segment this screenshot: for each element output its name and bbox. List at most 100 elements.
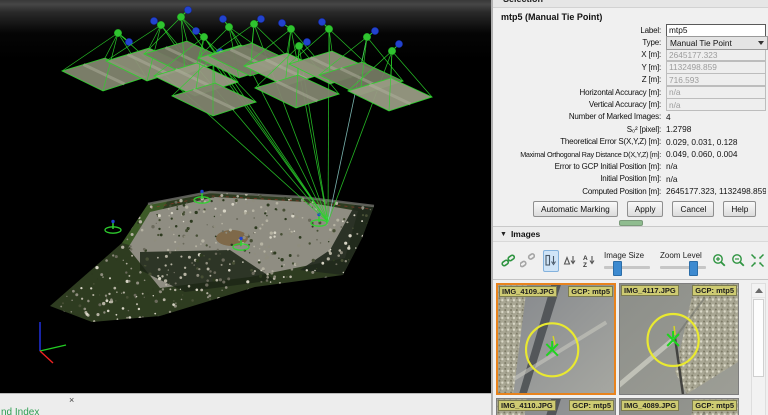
sort-by-distance-button[interactable] xyxy=(561,250,578,272)
zoom-out-button[interactable] xyxy=(730,250,747,272)
field-value: 0.029, 0.031, 0.128 xyxy=(666,137,738,147)
gcp-badge: GCP: mtp5 xyxy=(568,286,613,297)
field-label: Type: xyxy=(493,38,666,47)
zoom-in-button[interactable] xyxy=(711,250,728,272)
link-icon xyxy=(501,253,516,268)
field-value: n/a xyxy=(666,161,678,171)
field-label: S₀² [pixel]: xyxy=(493,125,666,134)
field-label: Y [m]: xyxy=(493,63,666,72)
image-size-slider[interactable] xyxy=(604,266,650,269)
field-row: Type:Manual Tie Point xyxy=(493,36,768,48)
field-row: Vertical Accuracy [m]: xyxy=(493,98,768,110)
thumbnail-scrollbar[interactable] xyxy=(751,283,766,415)
sort-by-mark-button[interactable] xyxy=(543,250,560,272)
bottom-panel: × nd Index xyxy=(0,393,491,415)
selection-panel-title-partial: Selection xyxy=(503,0,768,4)
images-section-header[interactable]: ▼ Images xyxy=(493,226,768,242)
selection-panel-header: Selection xyxy=(493,0,768,8)
field-label: Z [m]: xyxy=(493,75,666,84)
field-row: X [m]: xyxy=(493,49,768,61)
help-button[interactable]: Help xyxy=(723,201,756,217)
image-thumbnail[interactable]: IMG_4117.JPG GCP: mtp5 xyxy=(619,283,739,395)
fit-arrows-icon xyxy=(750,253,765,268)
field-row: Number of Marked Images:4 xyxy=(493,111,768,123)
button-row: Automatic Marking Apply Cancel Help xyxy=(533,201,768,217)
field-row: Theoretical Error S(X,Y,Z) [m]:0.029, 0.… xyxy=(493,136,768,148)
field-label: X [m]: xyxy=(493,50,666,59)
field-label: Error to GCP Initial Position [m]: xyxy=(493,162,666,171)
3d-scene xyxy=(0,0,491,393)
gcp-badge: GCP: mtp5 xyxy=(692,400,737,411)
zoom-out-icon xyxy=(731,253,746,268)
panel-splitter[interactable] xyxy=(493,219,768,226)
zoom-level-slider-handle[interactable] xyxy=(689,261,698,276)
image-thumbnail-area: IMG_4109.JPG GCP: mtp5 IMG_4117.JPG GCP: m… xyxy=(493,283,768,415)
zoom-level-label: Zoom Level xyxy=(660,251,706,260)
field-row: Label: xyxy=(493,24,768,36)
readonly-field xyxy=(666,73,766,86)
field-value: 0.049, 0.060, 0.004 xyxy=(666,149,738,159)
image-size-label: Image Size xyxy=(604,251,650,260)
close-icon[interactable]: × xyxy=(69,395,74,405)
field-label: Horizontal Accuracy [m]: xyxy=(493,88,666,97)
field-row: S₀² [pixel]:1.2798 xyxy=(493,123,768,135)
field-label: Maximal Orthogonal Ray Distance D(X,Y,Z)… xyxy=(493,150,666,159)
gcp-badge: GCP: mtp5 xyxy=(569,400,614,411)
sort-marked-icon xyxy=(544,254,558,268)
field-label: Theoretical Error S(X,Y,Z) [m]: xyxy=(493,137,666,146)
images-toolbar: A Z Image Size Zoom Level xyxy=(493,242,768,280)
field-value: 4 xyxy=(666,112,671,122)
thumbnail-grid: IMG_4109.JPG GCP: mtp5 IMG_4117.JPG GCP: m… xyxy=(493,283,748,415)
image-name-badge: IMG_4109.JPG xyxy=(499,286,557,297)
field-row: Maximal Orthogonal Ray Distance D(X,Y,Z)… xyxy=(493,148,768,160)
automatic-marking-button[interactable]: Automatic Marking xyxy=(533,201,618,217)
3d-viewport[interactable] xyxy=(0,0,491,393)
field-label: Label: xyxy=(493,26,666,35)
field-label: Initial Position [m]: xyxy=(493,174,666,183)
image-name-badge: IMG_4117.JPG xyxy=(621,285,679,296)
cancel-button[interactable]: Cancel xyxy=(672,201,714,217)
field-value: 1.2798 xyxy=(666,124,691,134)
splitter-grip-icon xyxy=(619,220,643,226)
fit-view-button[interactable] xyxy=(749,250,766,272)
sort-alphabetical-button[interactable]: A Z xyxy=(580,250,597,272)
zoom-in-icon xyxy=(712,253,727,268)
sort-az-icon: A Z xyxy=(582,254,596,268)
field-row: Horizontal Accuracy [m]: xyxy=(493,86,768,98)
field-value: 2645177.323, 1132498.859, 716 xyxy=(666,186,766,196)
readonly-field xyxy=(666,98,766,111)
scrollbar-up-button[interactable] xyxy=(752,284,765,298)
readonly-field xyxy=(666,61,766,74)
type-dropdown[interactable]: Manual Tie Point xyxy=(666,36,768,50)
unlink-images-button[interactable] xyxy=(519,250,536,272)
collapse-icon: ▼ xyxy=(500,231,507,238)
gcp-badge: GCP: mtp5 xyxy=(692,285,737,296)
image-thumbnail[interactable]: IMG_4110.JPG GCP: mtp5 xyxy=(496,398,616,415)
sort-triangle-icon xyxy=(563,254,577,268)
field-row: Error to GCP Initial Position [m]:n/a xyxy=(493,160,768,172)
layer-label-partial: nd Index xyxy=(1,407,39,415)
zoom-level-slider[interactable] xyxy=(660,266,706,269)
field-row: Initial Position [m]:n/a xyxy=(493,173,768,185)
image-thumbnail[interactable]: IMG_4109.JPG GCP: mtp5 xyxy=(496,283,616,395)
svg-text:Z: Z xyxy=(583,262,587,268)
image-name-badge: IMG_4110.JPG xyxy=(498,400,556,411)
image-size-slider-handle[interactable] xyxy=(613,261,622,276)
field-label: Vertical Accuracy [m]: xyxy=(493,100,666,109)
zoom-level-control: Zoom Level xyxy=(660,253,706,269)
up-arrow-icon xyxy=(755,284,763,293)
right-panel: Selection mtp5 (Manual Tie Point) Label:… xyxy=(491,0,768,415)
apply-button[interactable]: Apply xyxy=(627,201,664,217)
svg-text:A: A xyxy=(583,255,588,262)
field-row: Y [m]: xyxy=(493,61,768,73)
image-thumbnail[interactable]: IMG_4089.JPGGCP: mtp5 xyxy=(619,398,739,415)
tie-point-form: Label:Type:Manual Tie PointX [m]:Y [m]:Z… xyxy=(493,24,768,197)
readonly-field xyxy=(666,48,766,61)
scrollbar-thumb[interactable] xyxy=(753,299,764,377)
field-value: n/a xyxy=(666,174,678,184)
tie-point-title: mtp5 (Manual Tie Point) xyxy=(493,8,768,24)
field-label: Number of Marked Images: xyxy=(493,112,666,121)
link-images-button[interactable] xyxy=(500,250,517,272)
chevron-down-icon xyxy=(758,41,764,48)
field-row: Computed Position [m]:2645177.323, 11324… xyxy=(493,185,768,197)
